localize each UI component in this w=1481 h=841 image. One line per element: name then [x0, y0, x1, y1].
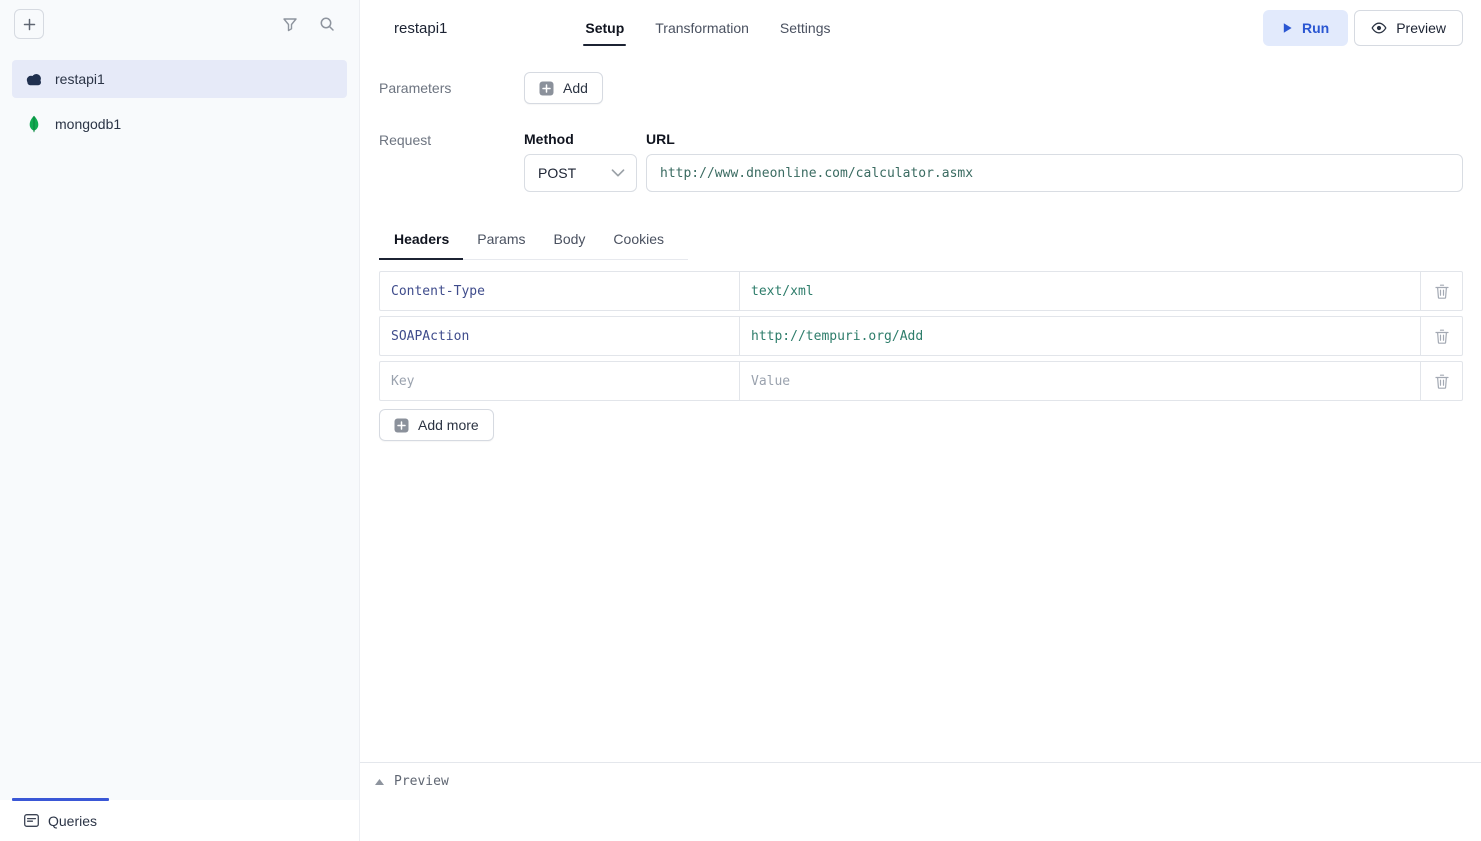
parameters-row: Parameters Add: [379, 72, 1463, 104]
plus-square-icon: [394, 418, 409, 433]
bottom-spacer: [360, 800, 1481, 841]
preview-button-label: Preview: [1396, 20, 1446, 36]
add-more-wrap: Add more: [379, 409, 1463, 441]
sidebar-bottom-bar: Queries: [0, 800, 359, 841]
header-key-input[interactable]: [380, 362, 739, 400]
main-tabs: Setup Transformation Settings: [583, 0, 832, 56]
delete-row-button[interactable]: [1431, 370, 1453, 393]
request-field-labels: Method URL: [524, 131, 1463, 147]
eye-icon: [1371, 22, 1387, 34]
method-label: Method: [524, 131, 646, 147]
request-field-inputs: POST: [524, 154, 1463, 192]
sidebar-header-icons: [282, 16, 345, 32]
tab-headers[interactable]: Headers: [379, 222, 463, 259]
add-more-label: Add more: [418, 417, 479, 433]
play-icon: [1282, 22, 1293, 34]
method-select-value: POST: [538, 165, 576, 181]
sidebar: restapi1 mongodb1 Queries: [0, 0, 360, 841]
tab-body[interactable]: Body: [540, 222, 600, 259]
method-select[interactable]: POST: [524, 154, 637, 192]
header-action-cell: [1420, 362, 1462, 400]
queries-icon: [24, 814, 39, 827]
run-button-label: Run: [1302, 20, 1329, 36]
add-entity-button[interactable]: [14, 9, 44, 39]
main-panel: restapi1 Setup Transformation Settings R…: [360, 0, 1481, 841]
tab-transformation[interactable]: Transformation: [653, 0, 751, 56]
headers-table: [379, 271, 1463, 401]
table-row: [379, 361, 1463, 401]
trash-icon: [1435, 329, 1449, 344]
plus-square-icon: [539, 81, 554, 96]
header-value-cell: [740, 362, 1420, 400]
main-header: restapi1 Setup Transformation Settings R…: [360, 0, 1481, 56]
page-title: restapi1: [394, 20, 447, 37]
preview-button[interactable]: Preview: [1354, 10, 1463, 46]
mongodb-leaf-icon: [24, 115, 44, 133]
preview-panel-toggle[interactable]: Preview: [360, 762, 1481, 800]
search-icon[interactable]: [319, 16, 335, 32]
add-parameter-button[interactable]: Add: [524, 72, 603, 104]
url-label: URL: [646, 131, 675, 147]
queries-tab[interactable]: Queries: [24, 813, 97, 829]
sidebar-item-label: mongodb1: [55, 116, 121, 132]
queries-tab-label: Queries: [48, 813, 97, 829]
sidebar-item-mongodb1[interactable]: mongodb1: [12, 105, 347, 143]
chevron-down-icon: [611, 169, 625, 177]
header-key-cell: [380, 317, 740, 355]
table-row: [379, 316, 1463, 356]
app-window: restapi1 mongodb1 Queries restapi1: [0, 0, 1481, 841]
trash-icon: [1435, 284, 1449, 299]
header-key-cell: [380, 272, 740, 310]
url-input[interactable]: [649, 155, 1460, 191]
tab-cookies[interactable]: Cookies: [599, 222, 678, 259]
trash-icon: [1435, 374, 1449, 389]
header-value-cell: [740, 317, 1420, 355]
query-list: restapi1 mongodb1: [0, 48, 359, 800]
header-value-input[interactable]: [740, 362, 1420, 400]
header-value-input[interactable]: [740, 317, 1420, 355]
tab-params[interactable]: Params: [463, 222, 539, 259]
sidebar-header: [0, 0, 359, 48]
header-action-cell: [1420, 317, 1462, 355]
request-row: Request Method URL POST: [379, 131, 1463, 192]
setup-content: Parameters Add Request Method URL: [360, 56, 1481, 762]
sidebar-item-restapi1[interactable]: restapi1: [12, 60, 347, 98]
header-key-input[interactable]: [380, 317, 739, 355]
header-key-cell: [380, 362, 740, 400]
queries-tab-active-indicator: [12, 798, 109, 801]
filter-icon[interactable]: [282, 17, 298, 32]
table-row: [379, 271, 1463, 311]
delete-row-button[interactable]: [1431, 325, 1453, 348]
request-sub-tabs: Headers Params Body Cookies: [379, 222, 688, 260]
sidebar-item-label: restapi1: [55, 71, 105, 87]
tab-setup[interactable]: Setup: [583, 0, 626, 56]
add-more-button[interactable]: Add more: [379, 409, 494, 441]
add-parameter-label: Add: [563, 80, 588, 96]
header-actions: Run Preview: [1263, 10, 1463, 46]
preview-panel-label: Preview: [394, 774, 449, 789]
header-value-cell: [740, 272, 1420, 310]
delete-row-button[interactable]: [1431, 280, 1453, 303]
request-fields: Method URL POST: [524, 131, 1463, 192]
header-action-cell: [1420, 272, 1462, 310]
url-field: [646, 154, 1463, 192]
header-value-input[interactable]: [740, 272, 1420, 310]
run-button[interactable]: Run: [1263, 10, 1348, 46]
rest-api-cloud-icon: [24, 72, 44, 86]
parameters-label: Parameters: [379, 80, 524, 96]
request-label: Request: [379, 131, 524, 148]
tab-settings[interactable]: Settings: [778, 0, 833, 56]
plus-icon: [23, 18, 36, 31]
header-key-input[interactable]: [380, 272, 739, 310]
collapse-up-icon: [375, 779, 384, 785]
